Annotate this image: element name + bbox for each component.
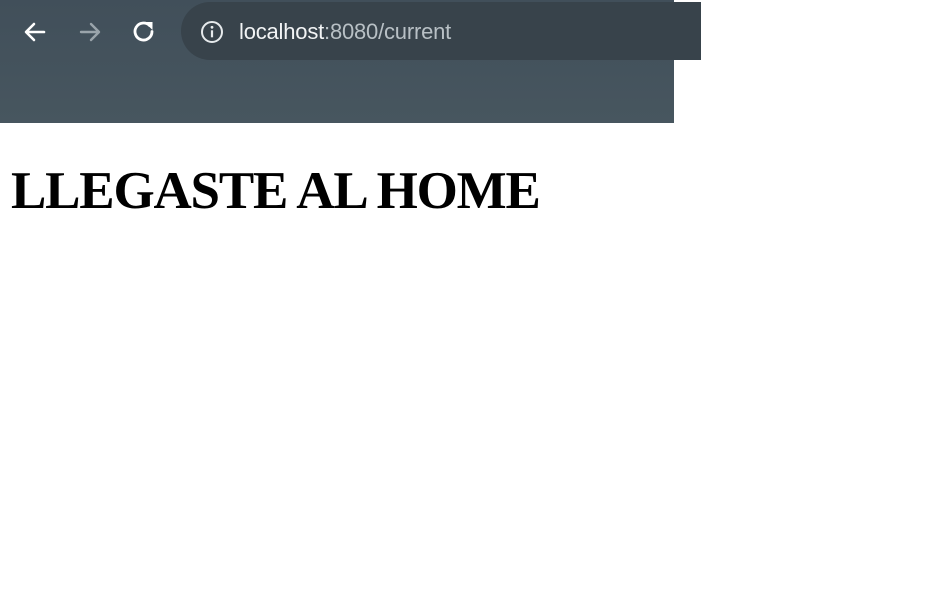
forward-button[interactable] bbox=[73, 15, 107, 49]
reload-button[interactable] bbox=[127, 15, 161, 49]
arrow-left-icon bbox=[24, 22, 46, 42]
page-heading: LLEGASTE AL HOME bbox=[11, 162, 541, 220]
reload-icon bbox=[133, 21, 154, 42]
info-icon[interactable] bbox=[200, 20, 224, 44]
url-host: localhost bbox=[239, 19, 325, 44]
arrow-right-icon bbox=[79, 22, 101, 42]
address-bar[interactable]: localhost:8080/current bbox=[181, 2, 701, 60]
url-path: :8080/current bbox=[324, 19, 452, 44]
url-text[interactable]: localhost:8080/current bbox=[239, 18, 451, 46]
back-button[interactable] bbox=[18, 15, 52, 49]
browser-toolbar: localhost:8080/current bbox=[0, 0, 701, 123]
page-content: LLEGASTE AL HOME bbox=[0, 123, 946, 590]
